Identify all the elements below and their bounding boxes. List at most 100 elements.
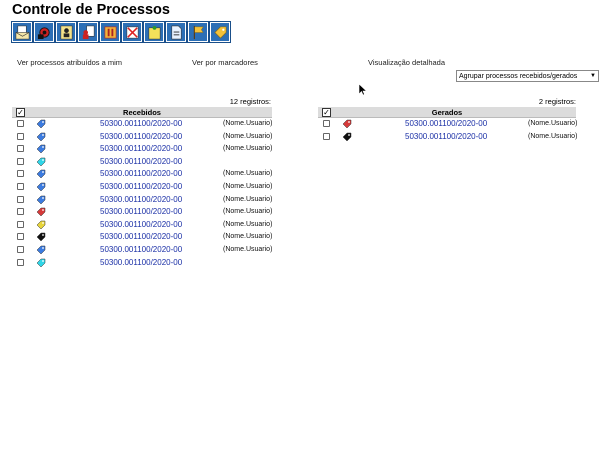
row-checkbox[interactable]: [17, 208, 24, 216]
table-row: 50300.001100/2020-00 (Nome.Usuario): [12, 219, 272, 232]
tag-blue-icon: [36, 119, 46, 129]
assigned-user: (Nome.Usuario): [223, 182, 273, 190]
process-link[interactable]: 50300.001100/2020-00: [100, 144, 182, 153]
process-link[interactable]: 50300.001100/2020-00: [100, 220, 182, 229]
assigned-user: (Nome.Usuario): [223, 245, 273, 253]
row-checkbox[interactable]: [17, 145, 24, 153]
toolbar-button-tag[interactable]: [209, 21, 231, 43]
process-link[interactable]: 50300.001100/2020-00: [100, 132, 182, 141]
process-link[interactable]: 50300.001100/2020-00: [100, 157, 182, 166]
count-gerados: 2 registros:: [538, 97, 576, 106]
row-checkbox[interactable]: [17, 182, 24, 190]
row-checkbox[interactable]: [323, 120, 330, 127]
toolbar-button-new-doc[interactable]: [165, 21, 187, 43]
process-link[interactable]: 50300.001100/2020-00: [100, 182, 182, 191]
row-checkbox[interactable]: [17, 245, 24, 253]
column-header-gerados: Gerados: [431, 107, 463, 117]
table-header: ✓ Recebidos: [12, 107, 272, 118]
table-row: 50300.001100/2020-00 (Nome.Usuario): [318, 118, 578, 131]
mouse-pointer-icon: [359, 84, 367, 96]
table-row: 50300.001100/2020-00 (Nome.Usuario): [12, 244, 272, 257]
process-link[interactable]: 50300.001100/2020-00: [100, 169, 182, 178]
document-cancel-icon: [126, 26, 138, 38]
count-recebidos: 12 registros:: [229, 97, 271, 106]
process-link[interactable]: 50300.001100/2020-00: [100, 245, 182, 254]
process-link[interactable]: 50300.001100/2020-00: [100, 119, 182, 128]
assigned-user: (Nome.Usuario): [528, 132, 578, 140]
assigned-user: (Nome.Usuario): [223, 233, 273, 241]
chevron-down-icon: ▼: [590, 73, 596, 79]
select-all-checkbox[interactable]: ✓: [322, 108, 331, 117]
process-link[interactable]: 50300.001100/2020-00: [100, 207, 182, 216]
toolbar-button-cancel[interactable]: [121, 21, 143, 43]
table-row: 50300.001100/2020-00 (Nome.Usuario): [12, 194, 272, 207]
toolbar-button-envelope[interactable]: [11, 21, 33, 43]
process-link[interactable]: 50300.001100/2020-00: [405, 132, 487, 141]
tag-blue-icon: [36, 182, 46, 192]
tag-blue-icon: [36, 170, 46, 179]
tag-blue-icon: [36, 132, 46, 141]
table-gerados: ✓ Gerados 50300.001100/2020-00 (Nome.Usua…: [318, 107, 578, 144]
toolbar-button-pause[interactable]: [99, 21, 121, 43]
row-checkbox[interactable]: [17, 170, 24, 178]
toolbar-button-process[interactable]: [33, 21, 55, 43]
toolbar-button-user-docs[interactable]: [77, 21, 99, 43]
tag-yellow-icon: [36, 220, 46, 230]
assigned-user: (Nome.Usuario): [223, 170, 273, 178]
assigned-user: (Nome.Usuario): [223, 132, 273, 140]
table-recebidos: ✓ Recebidos 50300.001100/2020-00 (Nome.Us…: [12, 107, 272, 269]
column-header-recebidos: Recebidos: [123, 107, 161, 117]
table-row: 50300.001100/2020-00 (Nome.Usuario): [12, 181, 272, 194]
new-document-icon: [171, 25, 181, 39]
gear-process-icon: [37, 26, 50, 39]
toolbar-button-note[interactable]: [143, 21, 165, 43]
tag-black-icon: [342, 132, 352, 141]
person-assign-icon: [60, 25, 72, 39]
envelope-document-icon: [15, 25, 29, 39]
link-ver-marcadores[interactable]: Ver por marcadores: [192, 58, 258, 67]
process-link[interactable]: 50300.001100/2020-00: [100, 258, 182, 267]
row-checkbox[interactable]: [17, 157, 24, 165]
table-row: 50300.001100/2020-00 (Nome.Usuario): [12, 206, 272, 219]
assigned-user: (Nome.Usuario): [528, 120, 578, 127]
link-visualizacao-detalhada[interactable]: Visualização detalhada: [368, 58, 445, 67]
row-checkbox[interactable]: [17, 195, 24, 203]
tag-blue-icon: [36, 195, 46, 204]
tag-icon: [213, 26, 226, 39]
table-header: ✓ Gerados: [318, 107, 576, 118]
process-link[interactable]: 50300.001100/2020-00: [405, 119, 487, 128]
table-row: 50300.001100/2020-00: [12, 257, 272, 270]
row-checkbox[interactable]: [17, 233, 24, 241]
flag-icon: [193, 25, 204, 39]
page-title: Controle de Processos: [12, 2, 170, 18]
process-link[interactable]: 50300.001100/2020-00: [100, 195, 182, 204]
pause-icon: [104, 26, 116, 38]
tag-cyan-icon: [36, 258, 46, 267]
tag-blue-icon: [36, 144, 46, 154]
row-checkbox[interactable]: [17, 258, 24, 266]
table-row: 50300.001100/2020-00: [12, 156, 272, 169]
tag-cyan-icon: [36, 157, 46, 167]
note-pin-icon: [148, 25, 160, 39]
row-checkbox[interactable]: [323, 132, 330, 140]
user-documents-icon: [82, 25, 94, 39]
row-checkbox[interactable]: [17, 220, 24, 228]
assigned-user: (Nome.Usuario): [223, 208, 273, 216]
assigned-user: (Nome.Usuario): [223, 220, 273, 228]
row-checkbox[interactable]: [17, 132, 24, 140]
link-processos-atribuidos[interactable]: Ver processos atribuídos a mim: [17, 58, 122, 67]
assigned-user: (Nome.Usuario): [223, 120, 273, 127]
toolbar-button-assign[interactable]: [55, 21, 77, 43]
table-row: 50300.001100/2020-00 (Nome.Usuario): [12, 168, 272, 181]
tag-red-icon: [36, 207, 46, 217]
table-row: 50300.001100/2020-00 (Nome.Usuario): [318, 131, 578, 144]
group-select[interactable]: Agrupar processos recebidos/gerados ▼: [456, 70, 599, 82]
row-checkbox[interactable]: [17, 120, 24, 127]
table-row: 50300.001100/2020-00 (Nome.Usuario): [12, 131, 272, 144]
toolbar-button-flag[interactable]: [187, 21, 209, 43]
table-row: 50300.001100/2020-00 (Nome.Usuario): [12, 118, 272, 131]
tag-blue-icon: [36, 245, 46, 255]
process-link[interactable]: 50300.001100/2020-00: [100, 232, 182, 241]
group-select-value: Agrupar processos recebidos/gerados: [459, 72, 578, 80]
select-all-checkbox[interactable]: ✓: [16, 108, 25, 117]
